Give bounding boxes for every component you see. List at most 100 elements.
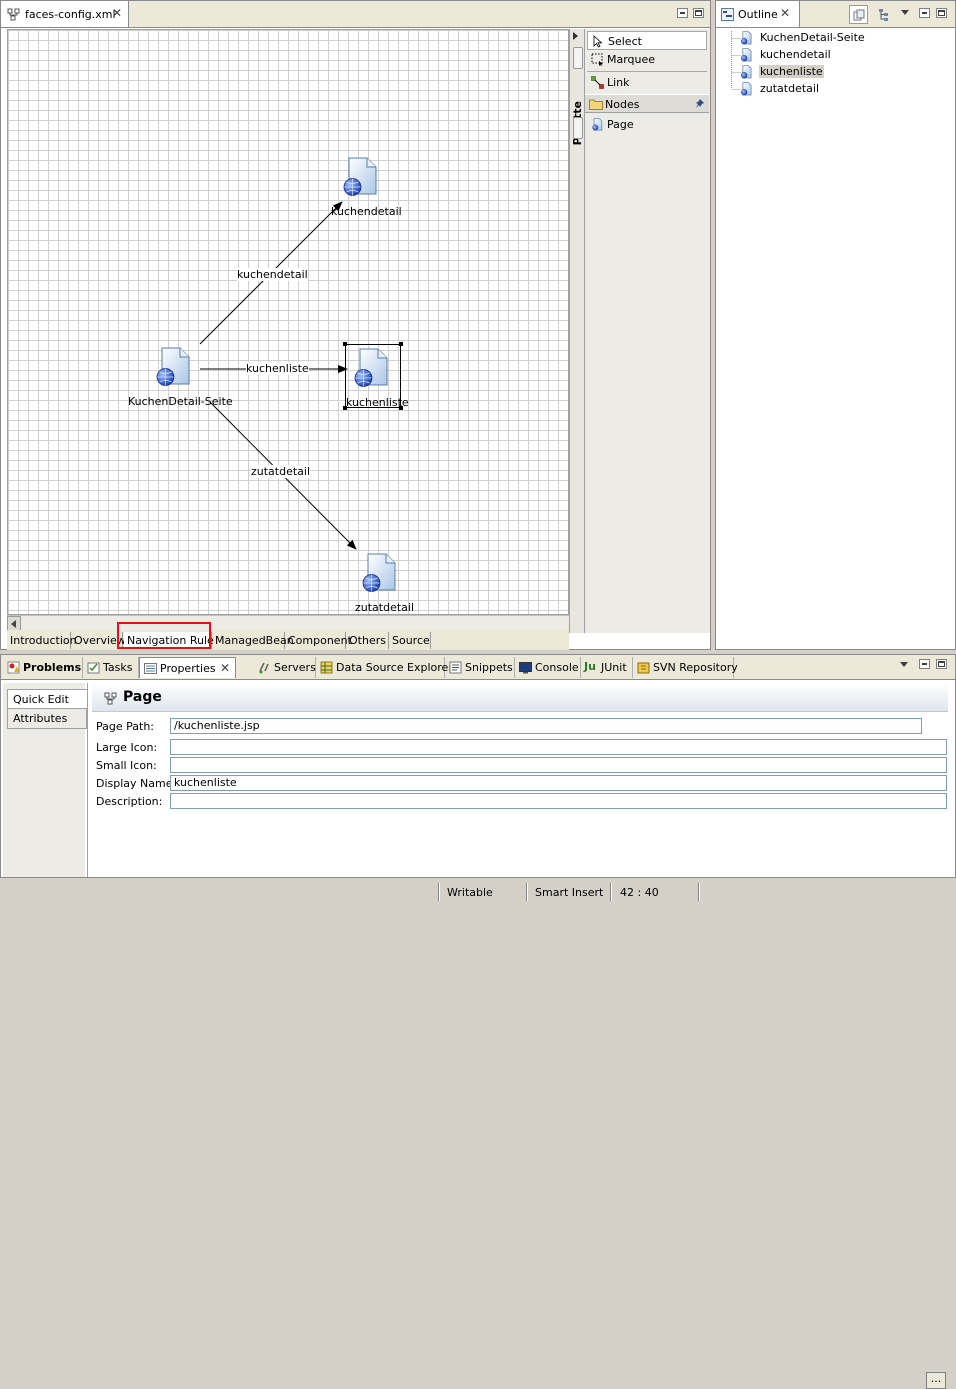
tree-icon[interactable] [879,9,891,21]
minimize-button[interactable] [919,659,930,669]
tab-tasks[interactable]: Tasks [83,657,139,678]
minimize-button[interactable] [677,8,688,18]
small-icon-label: Small Icon: [96,759,157,772]
views-tab-label: Properties [160,662,216,675]
page-node-label: KuchenDetail-Seite [128,395,233,408]
palette-drawer-nodes[interactable]: Nodes [585,94,709,113]
page-path-field[interactable]: /kuchenliste.jsp [170,718,922,734]
sync-button[interactable] [849,5,868,24]
diagram-connections [199,201,357,550]
tab-data-source-explorer[interactable]: Data Source Explorer [316,657,453,678]
diagram-canvas[interactable]: kuchendetail kuchenliste zutatdetail Kuc… [7,29,569,615]
close-icon[interactable]: ✕ [220,661,230,675]
selection-handle[interactable] [399,406,403,410]
views-tab-label: Tasks [103,661,133,674]
palette-item-label: Marquee [607,53,656,66]
page-node-bottom[interactable]: zutatdetail [352,552,422,614]
tab-others[interactable]: Others [346,632,389,649]
database-icon [320,661,333,674]
page-node-middle[interactable]: kuchenliste [343,342,409,410]
close-icon[interactable]: ✕ [112,6,122,20]
edge-label-middle[interactable]: kuchenliste [246,362,309,375]
tab-problems[interactable]: Problems [3,657,83,678]
palette-marquee-tool[interactable]: Marquee [587,50,707,69]
marquee-icon [591,53,603,66]
selection-handle[interactable] [343,342,347,346]
page-node-source[interactable]: KuchenDetail-Seite [128,346,233,410]
page-icon [156,346,192,388]
side-tab-label: Quick Edit [13,693,69,706]
tab-attributes[interactable]: Attributes [7,709,87,729]
tab-quick-edit[interactable]: Quick Edit [7,689,87,709]
properties-header: Page [92,685,948,712]
properties-title: Page [123,689,162,705]
page-icon [741,48,752,62]
views-tab-label: Snippets [465,661,513,674]
horizontal-scrollbar[interactable] [7,615,569,631]
views-tab-bar: Problems Tasks Properties ✕ Servers Data… [1,655,955,680]
tab-source[interactable]: Source [389,632,431,649]
palette-page-tool[interactable]: Page [587,115,707,134]
tab-overview[interactable]: Overview [71,632,126,649]
tab-snippets[interactable]: Snippets [445,657,515,678]
tab-junit[interactable]: Ju JUnit [581,657,633,678]
tab-managedbean[interactable]: ManagedBean [212,632,294,649]
minimize-button[interactable] [919,8,930,18]
edge-label-top[interactable]: kuchendetail [237,268,308,281]
status-insert-mode: Smart Insert [535,886,604,899]
tab-outline[interactable]: Outline ✕ [716,1,800,27]
snippets-icon [449,661,462,674]
console-icon [519,662,532,674]
faces-config-icon [7,8,20,21]
servers-icon [259,662,269,674]
page-icon [741,31,752,45]
maximize-button[interactable] [693,8,704,18]
small-icon-field[interactable] [170,757,947,773]
collapse-arrow-icon[interactable] [573,32,578,40]
tab-svn-repository[interactable]: SVN Repository [633,657,738,678]
page-icon [354,347,390,389]
palette-link-tool[interactable]: Link [587,73,707,92]
edge-label-bottom[interactable]: zutatdetail [251,465,311,478]
status-bar: Writable Smart Insert 42 : 40 [0,878,956,907]
display-name-field[interactable]: kuchenliste [170,775,947,791]
palette-item-label: Page [607,118,634,131]
status-divider [438,883,440,901]
tab-faces-config[interactable]: faces-config.xml ✕ [1,1,129,27]
selection-handle[interactable] [343,406,347,410]
maximize-button[interactable] [936,8,947,18]
view-menu-icon[interactable] [900,662,908,667]
tab-introduction[interactable]: Introduction [7,632,77,649]
selection-handle[interactable] [399,342,403,346]
maximize-button[interactable] [936,659,947,669]
scroll-left-arrow-icon[interactable] [7,616,21,631]
palette: Select Marquee Link Nodes Page [584,29,710,633]
views-pane: Problems Tasks Properties ✕ Servers Data… [0,654,956,1389]
large-icon-field[interactable] [170,739,947,755]
tab-servers[interactable]: Servers [254,657,316,678]
view-menu-icon[interactable] [901,10,909,15]
editor-tab-bar: faces-config.xml ✕ [1,1,710,28]
tab-properties[interactable]: Properties ✕ [139,657,236,678]
browse-button[interactable]: ... [926,1372,946,1389]
palette-strip[interactable]: Palette [569,29,584,633]
page-icon [741,82,752,96]
tab-component[interactable]: Component [285,632,352,649]
close-icon[interactable]: ✕ [780,6,790,20]
large-icon-label: Large Icon: [96,741,158,754]
description-label: Description: [96,795,163,808]
outline-tab-title: Outline [738,8,778,21]
palette-separator [587,71,707,72]
editor-pane: faces-config.xml ✕ kuchendetail kuchenli… [0,0,711,650]
tab-console[interactable]: Console [515,657,581,678]
views-tab-label: Problems [23,661,82,674]
outline-tab-bar: Outline ✕ [716,1,955,28]
page-node-top[interactable]: kuchendetail [328,156,402,220]
palette-select-tool[interactable]: Select [587,31,707,50]
pin-icon[interactable] [696,99,705,108]
palette-grip[interactable] [573,47,583,69]
palette-grip[interactable] [573,117,583,139]
display-name-label: Display Name: [96,777,177,790]
sync-outline-icon [853,9,865,21]
description-field[interactable] [170,793,947,809]
